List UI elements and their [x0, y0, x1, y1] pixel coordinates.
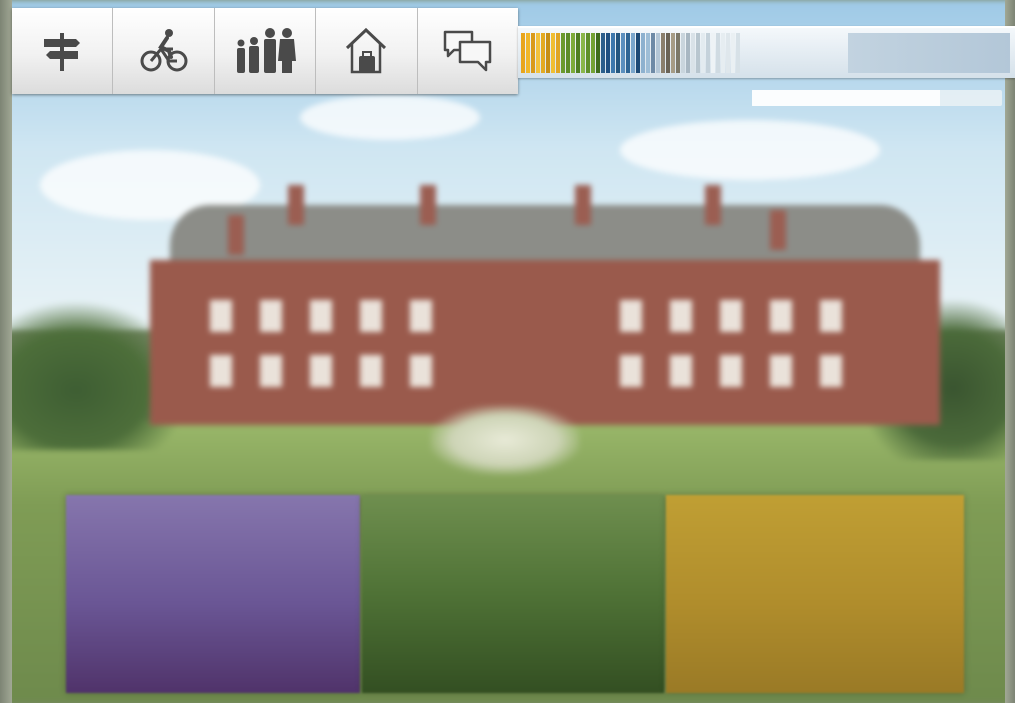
color-stripe-segment: [536, 33, 540, 73]
progress-bar: [752, 90, 1002, 106]
color-stripe-segment: [591, 33, 595, 73]
color-stripe-segment: [581, 33, 585, 73]
signpost-button[interactable]: [12, 8, 114, 94]
toolbar: [12, 8, 519, 94]
color-stripe-segment: [701, 33, 705, 73]
cloud: [300, 95, 480, 140]
color-stripe-segment: [721, 33, 725, 73]
window: [820, 355, 842, 387]
color-stripe-segment: [531, 33, 535, 73]
color-stripe-segment: [676, 33, 680, 73]
color-stripe-segment: [556, 33, 560, 73]
window: [720, 300, 742, 332]
frame-left: [0, 0, 12, 703]
color-stripe-segment: [561, 33, 565, 73]
house-suitcase-icon: [346, 27, 387, 74]
window: [360, 300, 382, 332]
color-stripe-segment: [731, 33, 735, 73]
window: [410, 300, 432, 332]
tile-yellow[interactable]: [666, 495, 964, 693]
tile-green[interactable]: [362, 495, 664, 693]
window: [820, 300, 842, 332]
color-stripe-segment: [711, 33, 715, 73]
color-stripe-segment: [576, 33, 580, 73]
color-stripe-segment: [596, 33, 600, 73]
window: [310, 355, 332, 387]
window: [360, 355, 382, 387]
color-stripe: [521, 33, 741, 73]
color-stripe-segment: [611, 33, 615, 73]
color-stripe-segment: [671, 33, 675, 73]
fountain: [430, 405, 580, 475]
color-stripe-segment: [621, 33, 625, 73]
color-stripe-segment: [706, 33, 710, 73]
chimney: [420, 185, 436, 225]
signpost-icon: [44, 33, 81, 71]
color-stripe-segment: [541, 33, 545, 73]
window: [620, 355, 642, 387]
speech-bubbles-icon: [443, 30, 492, 72]
color-stripe-segment: [526, 33, 530, 73]
mansion: [150, 260, 940, 425]
family-icon: [237, 28, 297, 73]
color-stripe-segment: [661, 33, 665, 73]
chat-button[interactable]: [417, 8, 519, 94]
window: [260, 300, 282, 332]
chimney: [228, 215, 244, 255]
color-stripe-segment: [646, 33, 650, 73]
window: [720, 355, 742, 387]
color-stripe-segment: [551, 33, 555, 73]
color-stripe-segment: [666, 33, 670, 73]
window: [620, 300, 642, 332]
window: [210, 300, 232, 332]
family-button[interactable]: [214, 8, 317, 94]
color-stripe-segment: [606, 33, 610, 73]
window: [770, 300, 792, 332]
cloud: [620, 120, 880, 180]
color-stripe-segment: [736, 33, 740, 73]
window: [410, 355, 432, 387]
color-stripe-segment: [696, 33, 700, 73]
chimney: [288, 185, 304, 225]
color-stripe-segment: [726, 33, 730, 73]
progress-fill: [752, 90, 940, 106]
window: [770, 355, 792, 387]
color-stripe-segment: [681, 33, 685, 73]
mansion-roof: [170, 205, 920, 267]
color-stripe-segment: [636, 33, 640, 73]
color-stripe-bar: [518, 26, 1015, 78]
color-stripe-segment: [686, 33, 690, 73]
tile-purple[interactable]: [66, 495, 360, 693]
window: [260, 355, 282, 387]
frame-right: [1005, 0, 1015, 703]
color-stripe-segment: [566, 33, 570, 73]
color-stripe-segment: [601, 33, 605, 73]
bicycle-icon: [140, 29, 188, 72]
window: [310, 300, 332, 332]
color-stripe-segment: [641, 33, 645, 73]
color-stripe-segment: [546, 33, 550, 73]
window: [210, 355, 232, 387]
accommodation-button[interactable]: [316, 8, 418, 94]
color-stripe-segment: [586, 33, 590, 73]
cycling-button[interactable]: [113, 8, 215, 94]
color-stripe-segment: [626, 33, 630, 73]
color-stripe-segment: [631, 33, 635, 73]
color-stripe-segment: [691, 33, 695, 73]
window: [670, 300, 692, 332]
color-stripe-segment: [521, 33, 525, 73]
chimney: [770, 210, 786, 250]
color-stripe-segment: [571, 33, 575, 73]
color-stripe-segment: [616, 33, 620, 73]
color-stripe-segment: [656, 33, 660, 73]
window: [670, 355, 692, 387]
color-stripe-tail: [848, 33, 1010, 73]
chimney: [575, 185, 591, 225]
chimney: [705, 185, 721, 225]
color-stripe-segment: [716, 33, 720, 73]
color-stripe-segment: [651, 33, 655, 73]
